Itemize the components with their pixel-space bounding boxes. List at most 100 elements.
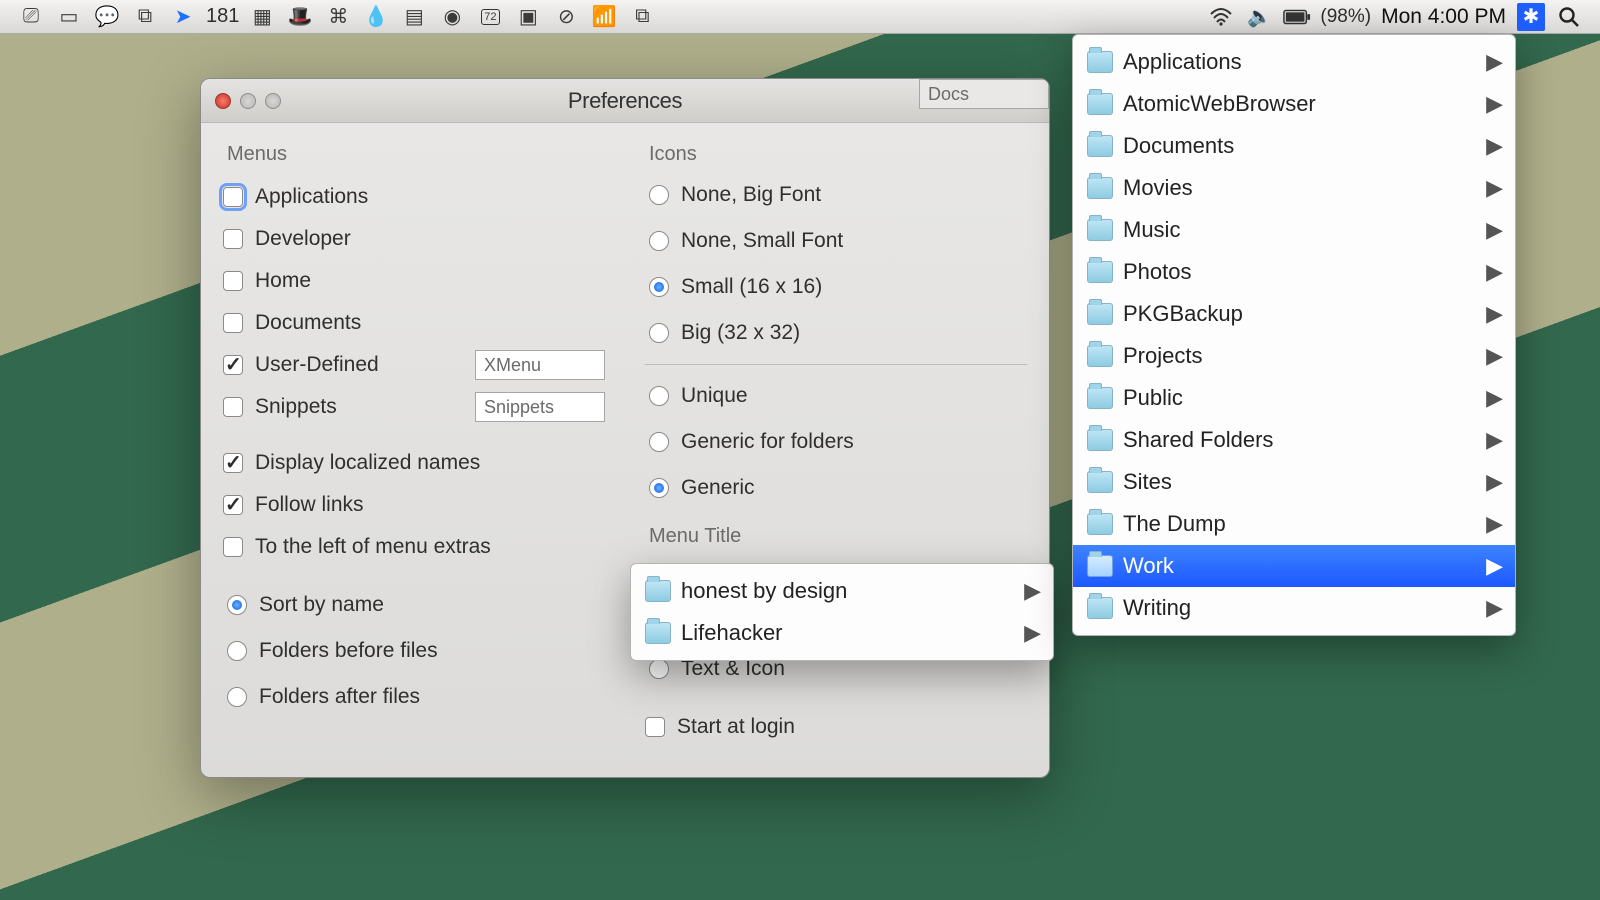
- window-titlebar[interactable]: Preferences: [201, 79, 1049, 123]
- label-none-big: None, Big Font: [681, 183, 821, 207]
- menu-item[interactable]: honest by design▶: [631, 570, 1053, 612]
- label-sort-name: Sort by name: [259, 593, 384, 617]
- chevron-right-icon: ▶: [1486, 469, 1503, 495]
- folder-icon: [1087, 261, 1113, 283]
- compass-icon[interactable]: ⊘: [552, 3, 580, 31]
- radio-folders-after[interactable]: [227, 687, 247, 707]
- chevron-right-icon: ▶: [1486, 553, 1503, 579]
- menu-item-label: Sites: [1123, 469, 1172, 495]
- menu-item[interactable]: Photos ▶: [1073, 251, 1515, 293]
- field-snippets[interactable]: [475, 392, 605, 422]
- check-developer[interactable]: [223, 229, 243, 249]
- radio-sort-name[interactable]: [227, 595, 247, 615]
- window-icon[interactable]: ▣: [514, 3, 542, 31]
- field-user-defined[interactable]: [475, 350, 605, 380]
- menu-item[interactable]: Documents▶: [1073, 125, 1515, 167]
- radio-unique[interactable]: [649, 386, 669, 406]
- work-submenu[interactable]: honest by design▶Lifehacker▶: [630, 563, 1054, 661]
- menu-item-label: The Dump: [1123, 511, 1226, 537]
- menu-item-label: AtomicWebBrowser: [1123, 91, 1316, 117]
- spotlight-icon[interactable]: [1555, 3, 1583, 31]
- radio-generic[interactable]: [649, 478, 669, 498]
- folder-icon: [1087, 471, 1113, 493]
- menu-item[interactable]: Shared Folders▶: [1073, 419, 1515, 461]
- check-documents[interactable]: [223, 313, 243, 333]
- menu-item[interactable]: The Dump ▶: [1073, 503, 1515, 545]
- radio-none-small[interactable]: [649, 231, 669, 251]
- cursor-icon[interactable]: ➤: [169, 3, 197, 31]
- chevron-right-icon: ▶: [1486, 259, 1503, 285]
- label-developer: Developer: [255, 227, 420, 251]
- check-display-localized[interactable]: [223, 453, 243, 473]
- check-follow-links[interactable]: [223, 495, 243, 515]
- check-snippets[interactable]: [223, 397, 243, 417]
- page-icon[interactable]: ▤: [400, 3, 428, 31]
- temp-icon[interactable]: 72: [476, 3, 504, 31]
- folder-icon: [1087, 51, 1113, 73]
- menu-item[interactable]: AtomicWebBrowser ▶: [1073, 83, 1515, 125]
- dropbox-icon[interactable]: ⧉: [131, 3, 159, 31]
- chevron-right-icon: ▶: [1486, 385, 1503, 411]
- radio-small-16[interactable]: [649, 277, 669, 297]
- label-snippets: Snippets: [255, 395, 420, 419]
- volume-icon[interactable]: 🔈: [1245, 3, 1273, 31]
- camera-icon[interactable]: ⎚: [17, 3, 45, 31]
- menu-item[interactable]: Work▶: [1073, 545, 1515, 587]
- folder-icon: [1087, 429, 1113, 451]
- radio-big-32[interactable]: [649, 323, 669, 343]
- chevron-right-icon: ▶: [1486, 301, 1503, 327]
- menu-item[interactable]: Applications▶: [1073, 41, 1515, 83]
- chat-icon[interactable]: 💬: [93, 3, 121, 31]
- check-start-login[interactable]: [645, 717, 665, 737]
- menu-item[interactable]: Sites ▶: [1073, 461, 1515, 503]
- counter-value[interactable]: 181: [202, 5, 243, 28]
- menu-item-label: Photos: [1123, 259, 1192, 285]
- folder-icon: [1087, 345, 1113, 367]
- check-home[interactable]: [223, 271, 243, 291]
- phone-icon[interactable]: ▭: [55, 3, 83, 31]
- hat-icon[interactable]: 🎩: [286, 3, 314, 31]
- radio-none-big[interactable]: [649, 185, 669, 205]
- radio-folders-before[interactable]: [227, 641, 247, 661]
- radio-generic-folders[interactable]: [649, 432, 669, 452]
- label-folders-before: Folders before files: [259, 639, 438, 663]
- drop-icon[interactable]: 💧: [362, 3, 390, 31]
- battery-percent[interactable]: (98%): [1316, 6, 1375, 28]
- chevron-right-icon: ▶: [1486, 511, 1503, 537]
- check-to-left[interactable]: [223, 537, 243, 557]
- grid-icon[interactable]: ▦: [248, 3, 276, 31]
- label-none-small: None, Small Font: [681, 229, 843, 253]
- menu-item[interactable]: Lifehacker▶: [631, 612, 1053, 654]
- menu-item[interactable]: Music▶: [1073, 209, 1515, 251]
- xmenu-dropdown[interactable]: Applications▶AtomicWebBrowser▶Documents▶…: [1072, 34, 1516, 636]
- command-icon[interactable]: ⌘: [324, 3, 352, 31]
- chevron-right-icon: ▶: [1486, 427, 1503, 453]
- menu-item[interactable]: Public▶: [1073, 377, 1515, 419]
- antenna-icon[interactable]: 📶: [590, 3, 618, 31]
- close-button[interactable]: [215, 93, 231, 109]
- xmenu-gear-icon[interactable]: ✱: [1517, 3, 1545, 31]
- ball-icon[interactable]: ◉: [438, 3, 466, 31]
- zoom-button[interactable]: [265, 93, 281, 109]
- menu-item[interactable]: Projects▶: [1073, 335, 1515, 377]
- label-generic: Generic: [681, 476, 755, 500]
- battery-icon[interactable]: [1283, 3, 1311, 31]
- display-icon[interactable]: ⧉: [628, 3, 656, 31]
- menu-item[interactable]: Movies▶: [1073, 167, 1515, 209]
- chevron-right-icon: ▶: [1486, 91, 1503, 117]
- check-user-defined[interactable]: [223, 355, 243, 375]
- wifi-icon[interactable]: [1207, 3, 1235, 31]
- radio-text-icon[interactable]: [649, 659, 669, 679]
- menu-item[interactable]: Writing▶: [1073, 587, 1515, 629]
- menu-item[interactable]: PKGBackup ▶: [1073, 293, 1515, 335]
- label-folders-after: Folders after files: [259, 685, 420, 709]
- menubar: ⎚ ▭ 💬 ⧉ ➤ 181 ▦ 🎩 ⌘ 💧 ▤ ◉ 72 ▣ ⊘ 📶 ⧉ 🔈 (…: [0, 0, 1600, 34]
- chevron-right-icon: ▶: [1486, 133, 1503, 159]
- folder-icon: [1087, 303, 1113, 325]
- menubar-clock[interactable]: Mon 4:00 PM: [1375, 5, 1512, 29]
- minimize-button[interactable]: [240, 93, 256, 109]
- label-small-16: Small (16 x 16): [681, 275, 822, 299]
- menu-item-label: PKGBackup: [1123, 301, 1243, 327]
- folder-icon: [1087, 219, 1113, 241]
- check-applications[interactable]: [223, 187, 243, 207]
